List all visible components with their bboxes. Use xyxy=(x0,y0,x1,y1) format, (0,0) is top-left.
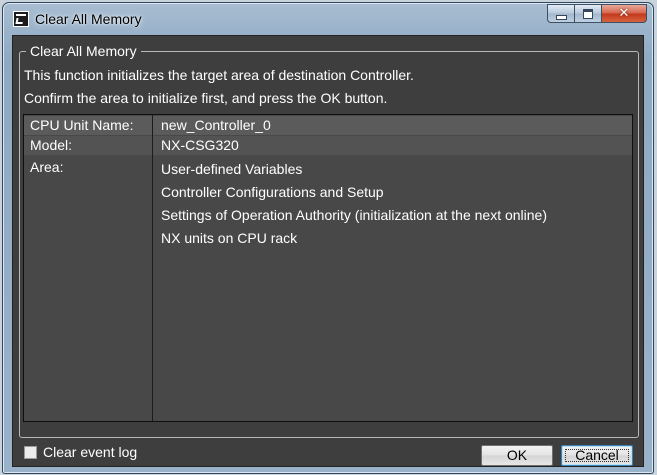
model-label: Model: xyxy=(30,137,73,153)
clear-event-log-checkbox[interactable] xyxy=(24,446,37,459)
window-title: Clear All Memory xyxy=(35,11,142,27)
focus-indicator xyxy=(565,449,629,462)
area-item-operation-authority: Settings of Operation Authority (initial… xyxy=(161,207,547,223)
model-value: NX-CSG320 xyxy=(161,137,239,153)
table-row-model: Model: NX-CSG320 xyxy=(24,136,632,155)
area-item-nx-units: NX units on CPU rack xyxy=(161,230,298,246)
area-item-user-defined-variables: User-defined Variables xyxy=(161,161,303,177)
target-info-table: CPU Unit Name: new_Controller_0 Model: N… xyxy=(23,114,633,422)
table-row-cpu-unit-name: CPU Unit Name: new_Controller_0 xyxy=(24,116,632,135)
area-label: Area: xyxy=(30,159,64,175)
ok-button[interactable]: OK xyxy=(481,445,553,466)
clear-memory-group: Clear All Memory This function initializ… xyxy=(19,43,639,438)
cpu-unit-name-value: new_Controller_0 xyxy=(161,117,271,133)
clear-event-log-label[interactable]: Clear event log xyxy=(43,444,137,460)
maximize-button[interactable] xyxy=(574,4,601,23)
area-item-controller-configurations: Controller Configurations and Setup xyxy=(161,184,384,200)
dialog-window: Clear All Memory ✕ Clear All Memory This… xyxy=(2,2,654,474)
cancel-button[interactable]: Cancel xyxy=(561,445,633,466)
caption-buttons: ✕ xyxy=(547,4,647,24)
maximize-icon xyxy=(583,8,593,19)
close-button[interactable]: ✕ xyxy=(601,4,647,23)
column-divider xyxy=(152,115,153,421)
minimize-button[interactable] xyxy=(547,4,574,23)
dialog-content: Clear All Memory This function initializ… xyxy=(12,35,644,467)
minimize-icon xyxy=(555,14,567,20)
cpu-unit-name-label: CPU Unit Name: xyxy=(30,117,134,133)
application-icon xyxy=(13,11,29,27)
description-line-2: Confirm the area to initialize first, an… xyxy=(24,90,388,106)
group-title: Clear All Memory xyxy=(26,43,141,60)
description-line-1: This function initializes the target are… xyxy=(24,67,414,83)
title-bar[interactable]: Clear All Memory ✕ xyxy=(3,3,653,35)
close-icon: ✕ xyxy=(618,6,630,21)
